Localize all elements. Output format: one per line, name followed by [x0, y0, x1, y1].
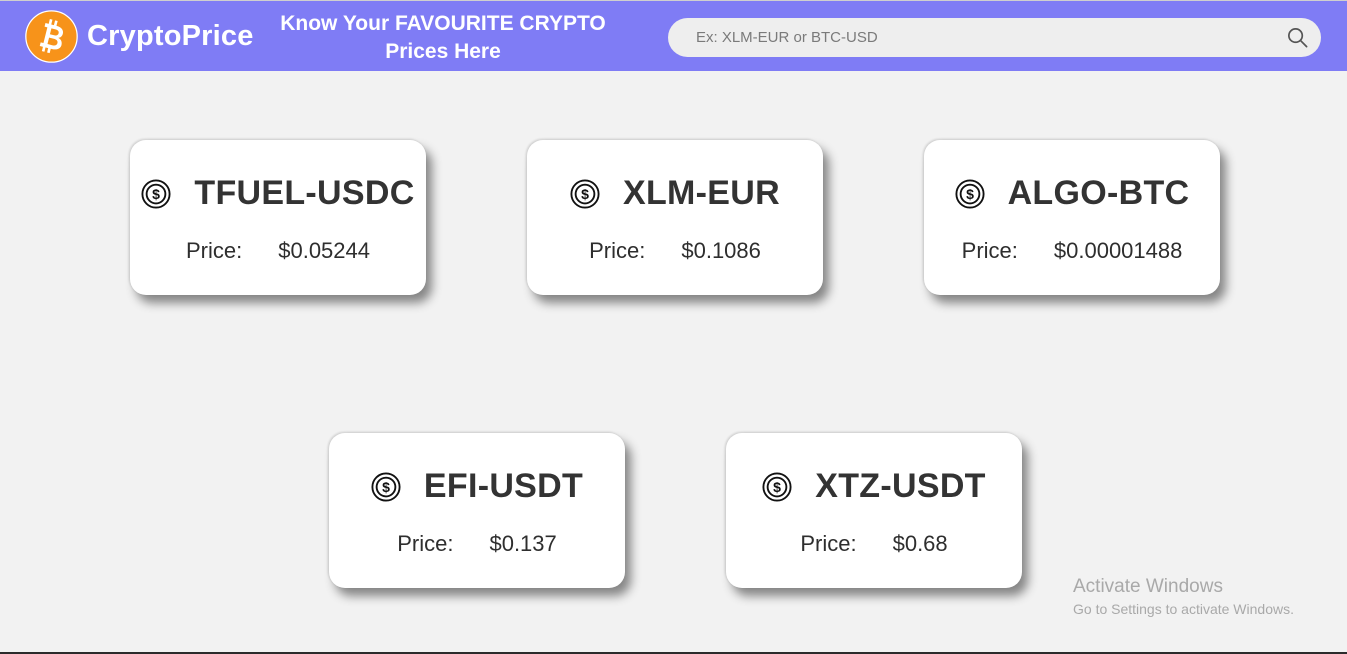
pair-name: ALGO-BTC: [1007, 174, 1190, 212]
top-bar: CryptoPrice Know Your FAVOURITE CRYPTO P…: [0, 0, 1347, 71]
price-card-xtz-usdt[interactable]: $ XTZ-USDT Price: $0.68: [726, 433, 1022, 588]
price-label: Price:: [185, 238, 243, 263]
svg-text:$: $: [966, 186, 974, 202]
svg-text:$: $: [382, 479, 390, 495]
tagline-line-1: Know Your FAVOURITE CRYPTO: [280, 12, 606, 35]
svg-text:$: $: [152, 186, 160, 202]
bitcoin-logo-icon: [25, 10, 78, 63]
card-header: $ ALGO-BTC: [924, 174, 1220, 213]
price-label: Price:: [589, 238, 646, 263]
pair-name: EFI-USDT: [423, 467, 584, 505]
price-value: $0.137: [489, 531, 557, 556]
svg-text:$: $: [773, 479, 781, 495]
price-row: Price: $0.137: [329, 531, 625, 557]
price-card-efi-usdt[interactable]: $ EFI-USDT Price: $0.137: [329, 433, 625, 588]
card-header: $ TFUEL-USDC: [130, 174, 426, 213]
pair-name: XLM-EUR: [623, 174, 780, 212]
card-header: $ XLM-EUR: [527, 174, 823, 213]
price-row: Price: $0.1086: [527, 238, 823, 264]
price-value: $0.05244: [278, 238, 370, 263]
price-label: Price:: [961, 238, 1018, 263]
price-row: Price: $0.00001488: [924, 238, 1220, 264]
page: CryptoPrice Know Your FAVOURITE CRYPTO P…: [0, 0, 1347, 654]
search-icon[interactable]: [1286, 26, 1309, 49]
activate-windows-watermark: Activate Windows Go to Settings to activ…: [1073, 575, 1294, 619]
brand-logo-link[interactable]: CryptoPrice: [25, 10, 254, 63]
price-label: Price:: [397, 531, 454, 556]
price-card-xlm-eur[interactable]: $ XLM-EUR Price: $0.1086: [527, 140, 823, 295]
pair-name: XTZ-USDT: [815, 467, 986, 505]
tagline-line-2: Prices Here: [385, 40, 501, 63]
watermark-subtitle: Go to Settings to activate Windows.: [1073, 601, 1294, 617]
dollar-coin-icon: $: [955, 178, 985, 209]
dollar-coin-icon: $: [762, 471, 792, 502]
pair-name: TFUEL-USDC: [194, 174, 415, 212]
dollar-coin-icon: $: [570, 178, 600, 209]
brand-name: CryptoPrice: [87, 20, 254, 52]
price-row: Price: $0.68: [726, 531, 1022, 557]
search-input[interactable]: [696, 18, 1276, 57]
price-row: Price: $0.05244: [130, 238, 426, 264]
price-value: $0.1086: [681, 238, 761, 263]
price-card-algo-btc[interactable]: $ ALGO-BTC Price: $0.00001488: [924, 140, 1220, 295]
card-header: $ EFI-USDT: [329, 467, 625, 506]
header-tagline: Know Your FAVOURITE CRYPTO Prices Here: [270, 10, 616, 66]
price-value: $0.68: [892, 531, 948, 556]
price-label: Price:: [800, 531, 857, 556]
dollar-coin-icon: $: [371, 471, 401, 502]
card-header: $ XTZ-USDT: [726, 467, 1022, 506]
svg-text:$: $: [581, 186, 589, 202]
price-card-tfuel-usdc[interactable]: $ TFUEL-USDC Price: $0.05244: [130, 140, 426, 295]
price-value: $0.00001488: [1053, 238, 1183, 263]
dollar-coin-icon: $: [141, 178, 171, 209]
watermark-title: Activate Windows: [1073, 576, 1223, 597]
search-bar: [668, 18, 1321, 57]
